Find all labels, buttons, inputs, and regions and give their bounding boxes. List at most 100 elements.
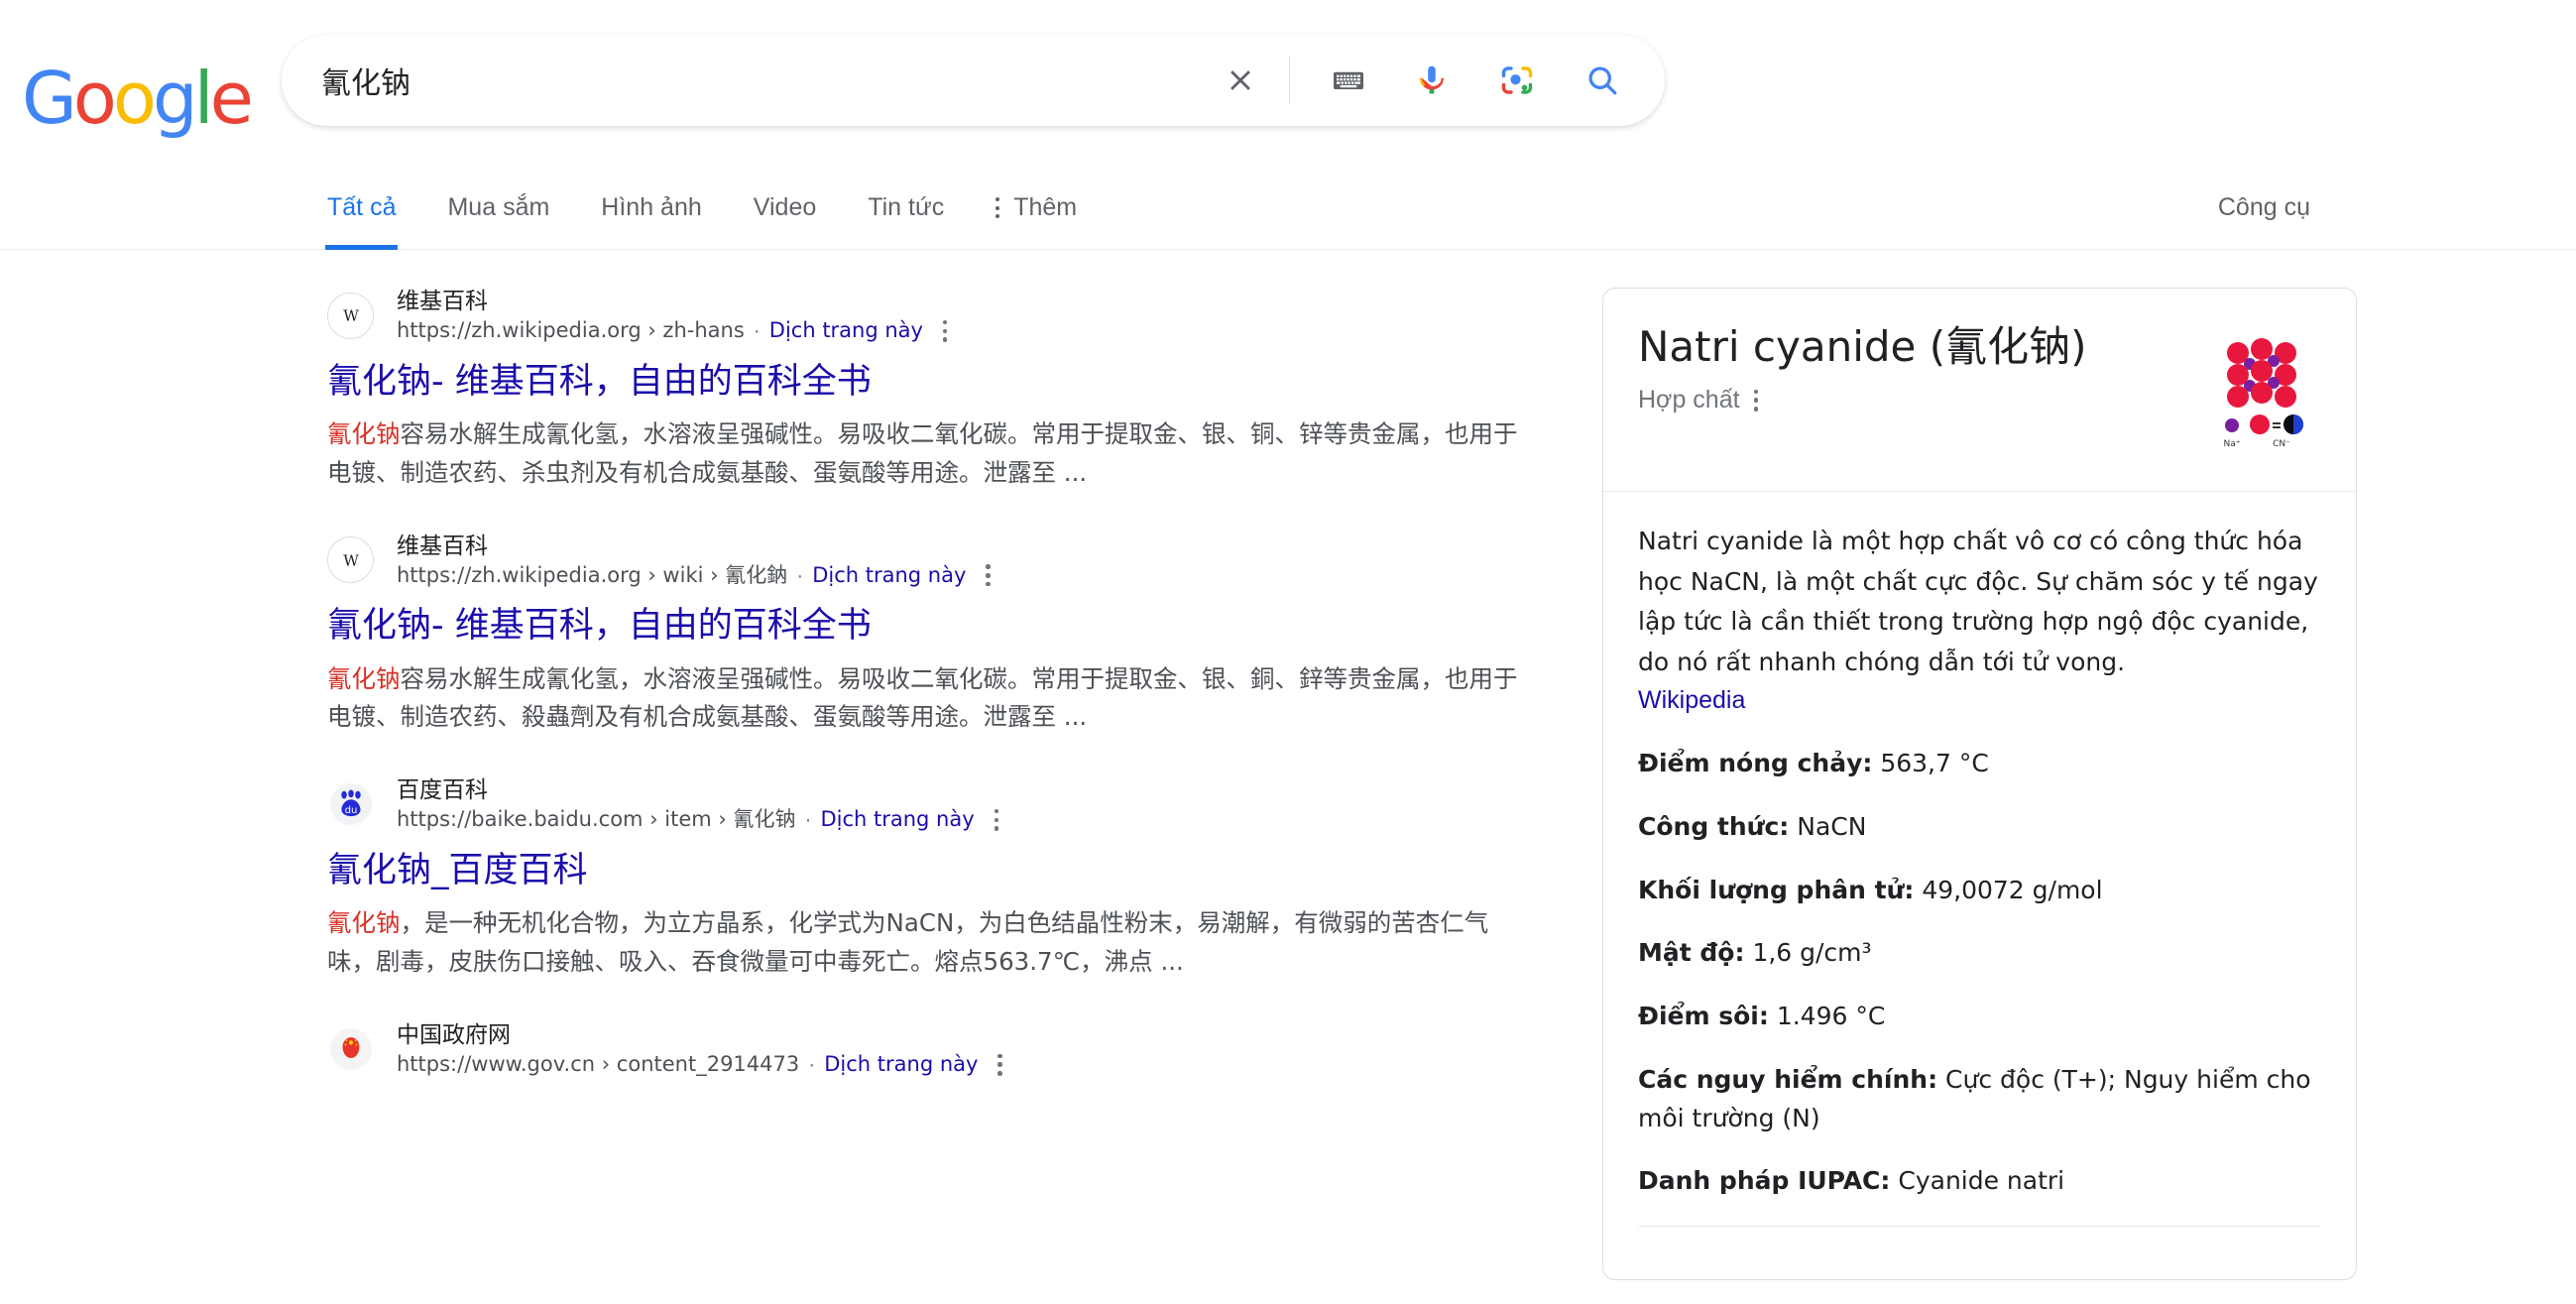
result-meta: 维基百科 https://zh.wikipedia.org › wiki › 氰…: [397, 533, 991, 589]
fact-label: Các nguy hiểm chính:: [1638, 1064, 1938, 1094]
microphone-icon[interactable]: [1403, 52, 1461, 109]
result-url-row: https://zh.wikipedia.org › zh-hans · Dịc…: [397, 318, 948, 344]
result-options-icon[interactable]: [997, 1053, 1002, 1076]
keyboard-icon[interactable]: [1320, 52, 1377, 109]
knowledge-panel-body: Natri cyanide là một hợp chất vô cơ có c…: [1603, 492, 2356, 715]
translate-link[interactable]: Dịch trang này: [812, 563, 966, 589]
knowledge-panel-subtitle-row: Hợp chất: [1638, 386, 2087, 415]
result-meta: 百度百科 https://baike.baidu.com › item › 氰化…: [397, 776, 999, 833]
result-header: W 维基百科 https://zh.wikipedia.org › wiki ›…: [327, 533, 1581, 589]
search-result-1: W 维基百科 https://zh.wikipedia.org › zh-han…: [327, 288, 1581, 493]
result-url-row: https://zh.wikipedia.org › wiki › 氰化鈉 · …: [397, 563, 991, 589]
fact-label: Điểm nóng chảy:: [1638, 749, 1873, 777]
search-divider: [1289, 57, 1290, 104]
result-site-name: 中国政府网: [397, 1021, 511, 1048]
search-icon[interactable]: [1574, 52, 1631, 109]
knowledge-panel-facts: Điểm nóng chảy: 563,7 °C Công thức: NaCN…: [1603, 745, 2356, 1279]
more-label: Thêm: [1013, 193, 1078, 221]
result-title[interactable]: 氰化钠- 维基百科，自由的百科全书: [327, 604, 1581, 650]
fact-boiling-point: Điểm sôi: 1.496 °C: [1638, 998, 2321, 1061]
result-options-icon[interactable]: [986, 564, 991, 587]
result-url-row: https://baike.baidu.com › item › 氰化钠 · D…: [397, 807, 999, 833]
result-url[interactable]: https://baike.baidu.com › item › 氰化钠: [397, 807, 795, 833]
china-gov-emblem-icon: [327, 1025, 374, 1073]
knowledge-panel-subtitle: Hợp chất: [1638, 386, 1740, 415]
svg-text:CN⁻: CN⁻: [2273, 439, 2290, 449]
svg-text:du: du: [344, 806, 357, 817]
result-url[interactable]: https://www.gov.cn › content_2914473: [397, 1052, 799, 1078]
tools-button[interactable]: Công cụ: [2218, 172, 2310, 222]
fact-melting-point: Điểm nóng chảy: 563,7 °C: [1638, 745, 2321, 808]
result-header: 中国政府网 https://www.gov.cn › content_29144…: [327, 1021, 1581, 1078]
fact-row-truncated: [1638, 1226, 2321, 1279]
nav-tabs: Tất cả Mua sắm Hình ảnh Video Tin tức Th…: [324, 172, 2576, 250]
result-snippet: 氰化钠容易水解生成氰化氢，水溶液呈强碱性。易吸收二氧化碳。常用于提取金、银、銅、…: [327, 660, 1532, 737]
search-box[interactable]: [282, 35, 1665, 126]
result-url[interactable]: https://zh.wikipedia.org › zh-hans: [397, 318, 745, 344]
fact-value: 49,0072 g/mol: [1922, 875, 2103, 904]
translate-link[interactable]: Dịch trang này: [769, 318, 923, 344]
result-url[interactable]: https://zh.wikipedia.org › wiki › 氰化鈉: [397, 563, 787, 589]
knowledge-panel-options-icon[interactable]: [1753, 389, 1759, 412]
result-title[interactable]: 氰化钠_百度百科: [327, 849, 1581, 894]
result-header: du 百度百科 https://baike.baidu.com › item ›…: [327, 776, 1581, 833]
translate-link[interactable]: Dịch trang này: [824, 1052, 978, 1078]
baidu-paw-icon: du: [327, 780, 374, 828]
fact-label: Mật độ:: [1638, 938, 1745, 968]
fact-value: Cyanide natri: [1898, 1166, 2065, 1196]
tab-images[interactable]: Hình ảnh: [601, 172, 701, 250]
result-snippet: 氰化钠容易水解生成氰化氢，水溶液呈强碱性。易吸收二氧化碳。常用于提取金、银、铜、…: [327, 415, 1532, 492]
knowledge-panel-header: Natri cyanide (氰化钠) Hợp chất Na⁺ CN⁻: [1603, 289, 2356, 492]
knowledge-panel-title: Natri cyanide (氰化钠): [1638, 322, 2087, 371]
snippet-text: 容易水解生成氰化氢，水溶液呈强碱性。易吸收二氧化碳。常用于提取金、银、銅、鋅等贵…: [327, 663, 1518, 732]
knowledge-panel-description: Natri cyanide là một hợp chất vô cơ có c…: [1638, 527, 2318, 676]
search-result-3: du 百度百科 https://baike.baidu.com › item ›…: [327, 776, 1581, 982]
search-box-icons: [1210, 50, 1665, 111]
google-logo[interactable]: Google: [22, 62, 254, 134]
close-icon[interactable]: [1210, 50, 1271, 111]
result-header: W 维基百科 https://zh.wikipedia.org › zh-han…: [327, 288, 1581, 344]
search-results-column: W 维基百科 https://zh.wikipedia.org › zh-han…: [327, 250, 1581, 1280]
tab-videos[interactable]: Video: [754, 172, 817, 250]
result-site-name: 维基百科: [397, 289, 488, 314]
fact-formula: Công thức: NaCN: [1638, 808, 2321, 872]
search-result-2: W 维基百科 https://zh.wikipedia.org › wiki ›…: [327, 533, 1581, 738]
search-input[interactable]: [282, 62, 1210, 98]
search-result-4: 中国政府网 https://www.gov.cn › content_29144…: [327, 1021, 1581, 1078]
snippet-text: 容易水解生成氰化氢，水溶液呈强碱性。易吸收二氧化碳。常用于提取金、银、铜、锌等贵…: [327, 419, 1518, 487]
translate-link[interactable]: Dịch trang này: [820, 807, 974, 833]
fact-value: 1.496 °C: [1776, 1002, 1886, 1030]
google-lens-icon[interactable]: [1488, 52, 1546, 109]
fact-density: Mật độ: 1,6 g/cm³: [1638, 934, 2321, 998]
result-options-icon[interactable]: [994, 808, 999, 831]
url-separator: ·: [796, 563, 804, 587]
logo-letter-g2: g: [152, 57, 198, 140]
knowledge-panel-column: Natri cyanide (氰化钠) Hợp chất Na⁺ CN⁻ Nat…: [1602, 250, 2357, 1280]
result-snippet: 氰化钠，是一种无机化合物，为立方晶系，化学式为NaCN，为白色结晶性粉末，易潮解…: [327, 904, 1532, 981]
nacn-crystal-lattice-image[interactable]: Na⁺ CN⁻: [2202, 331, 2321, 465]
snippet-highlight: 氰化钠: [327, 419, 401, 449]
result-site-name: 维基百科: [397, 533, 488, 559]
result-site-name: 百度百科: [397, 777, 488, 804]
main-content: W 维基百科 https://zh.wikipedia.org › zh-han…: [0, 250, 2576, 1280]
svg-text:W: W: [343, 551, 359, 569]
snippet-highlight: 氰化钠: [327, 663, 401, 693]
more-filters-button[interactable]: Thêm: [995, 172, 1077, 222]
result-meta: 中国政府网 https://www.gov.cn › content_29144…: [397, 1021, 1002, 1078]
logo-letter-e: e: [209, 57, 254, 140]
logo-letter-g1: G: [22, 57, 77, 140]
svg-text:Na⁺: Na⁺: [2224, 439, 2241, 449]
knowledge-panel-source-link[interactable]: Wikipedia: [1638, 686, 2321, 715]
result-options-icon[interactable]: [942, 319, 948, 342]
fact-value: 1,6 g/cm³: [1752, 938, 1872, 968]
logo-letter-l: l: [193, 57, 214, 140]
result-title[interactable]: 氰化钠- 维基百科，自由的百科全书: [327, 360, 1581, 406]
tab-shopping[interactable]: Mua sắm: [447, 172, 549, 250]
fact-label: Điểm sôi:: [1638, 1002, 1769, 1030]
result-meta: 维基百科 https://zh.wikipedia.org › zh-hans …: [397, 288, 948, 344]
tab-news[interactable]: Tin tức: [868, 172, 944, 250]
knowledge-panel-heading-group: Natri cyanide (氰化钠) Hợp chất: [1638, 321, 2087, 415]
tab-all[interactable]: Tất cả: [324, 172, 399, 250]
wikipedia-w-icon: W: [327, 536, 374, 584]
logo-letter-o1: o: [72, 57, 117, 140]
